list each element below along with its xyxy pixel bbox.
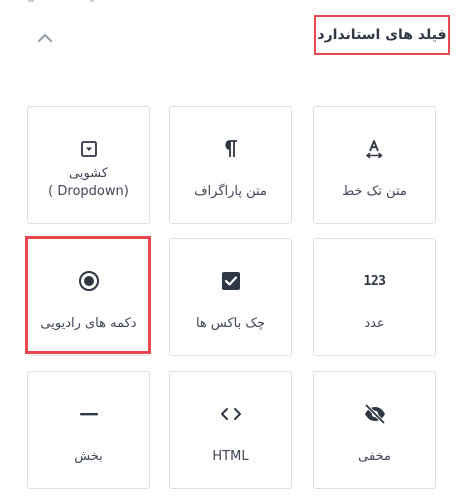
field-label-line1: کشویی <box>69 166 108 181</box>
field-label: متن تک خط <box>342 184 407 199</box>
field-single-line-text[interactable]: متن تک خط <box>313 106 436 224</box>
pilcrow-icon <box>170 137 291 161</box>
divider-line-icon <box>28 402 149 426</box>
field-radio-buttons[interactable]: دکمه های رادیویی <box>27 238 150 356</box>
eye-off-icon <box>314 402 435 426</box>
code-icon <box>170 402 291 426</box>
field-checkboxes[interactable]: چک باکس ها <box>169 238 292 356</box>
field-label: مخفی <box>358 449 391 464</box>
field-dropdown[interactable]: کشویی ( Dropdown) <box>27 106 150 224</box>
field-label: بخش <box>74 449 103 464</box>
field-number[interactable]: 123 عدد <box>313 238 436 356</box>
field-label: کشویی ( Dropdown) <box>32 165 145 201</box>
field-label: دکمه های رادیویی <box>40 316 137 331</box>
fields-grid: متن تک خط متن پاراگراف کشویی ( Dropdown)… <box>0 0 460 496</box>
dropdown-icon <box>28 137 149 161</box>
checkbox-icon <box>170 269 291 293</box>
field-hidden[interactable]: مخفی <box>313 371 436 489</box>
field-label: HTML <box>212 449 249 464</box>
field-label: متن پاراگراف <box>194 184 267 199</box>
radio-button-icon <box>28 269 149 293</box>
field-html[interactable]: HTML <box>169 371 292 489</box>
numbers-icon: 123 <box>363 273 386 289</box>
field-section-break[interactable]: بخش <box>27 371 150 489</box>
text-cursor-icon <box>314 137 435 161</box>
field-label: چک باکس ها <box>195 316 266 331</box>
field-paragraph-text[interactable]: متن پاراگراف <box>169 106 292 224</box>
field-label: عدد <box>364 316 385 331</box>
field-label-line2: ( Dropdown) <box>48 184 129 199</box>
